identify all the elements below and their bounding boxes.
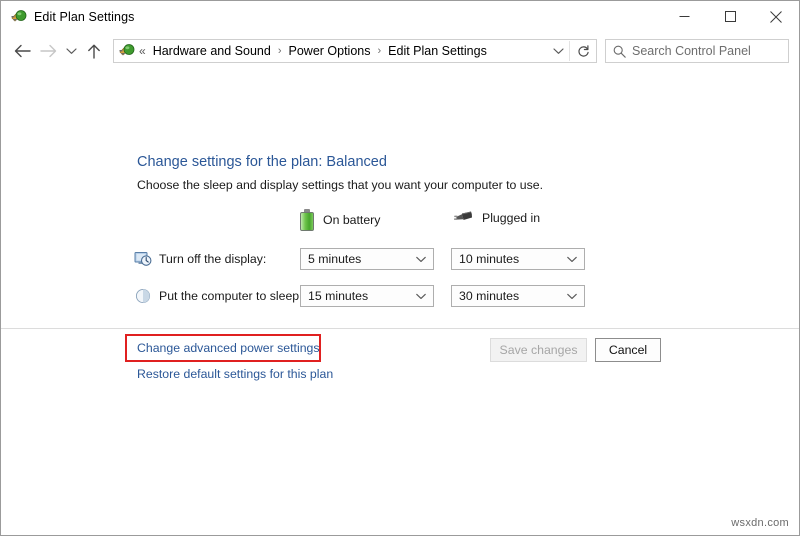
title-bar: Edit Plan Settings	[1, 1, 799, 32]
chevron-down-icon	[416, 293, 426, 300]
combo-value: 15 minutes	[308, 289, 368, 303]
content-area: Change settings for the plan: Balanced C…	[1, 70, 799, 535]
breadcrumb-overflow[interactable]: «	[139, 44, 146, 58]
minimize-icon[interactable]	[661, 1, 707, 32]
column-header-on-battery: On battery	[300, 209, 380, 231]
link-change-advanced-power-settings[interactable]: Change advanced power settings	[137, 341, 320, 355]
window-title: Edit Plan Settings	[34, 10, 134, 24]
recent-locations-chevron-down-icon[interactable]	[61, 38, 81, 64]
chevron-down-icon	[567, 293, 577, 300]
maximize-icon[interactable]	[707, 1, 753, 32]
section-divider	[1, 328, 799, 329]
sleep-moon-icon	[134, 287, 152, 305]
save-changes-button[interactable]: Save changes	[490, 338, 587, 362]
battery-icon	[300, 209, 314, 231]
combo-sleep-plugged-in[interactable]: 30 minutes	[451, 285, 585, 307]
breadcrumb-item-edit-plan-settings[interactable]: Edit Plan Settings	[386, 44, 489, 58]
column-header-plugged-in: Plugged in	[451, 209, 540, 227]
setting-row-turn-off-display: Turn off the display: 5 minutes 10 minut…	[134, 246, 799, 272]
combo-sleep-on-battery[interactable]: 15 minutes	[300, 285, 434, 307]
column-header-plugged-in-label: Plugged in	[482, 211, 540, 225]
up-arrow-icon[interactable]	[81, 38, 107, 64]
page-subtitle: Choose the sleep and display settings th…	[137, 178, 543, 192]
combo-turn-off-display-on-battery[interactable]: 5 minutes	[300, 248, 434, 270]
breadcrumb: « Hardware and Sound › Power Options › E…	[139, 44, 547, 58]
address-power-plug-icon	[119, 43, 135, 59]
column-header-on-battery-label: On battery	[323, 213, 380, 227]
navigation-bar: « Hardware and Sound › Power Options › E…	[1, 32, 799, 70]
forward-arrow-icon	[35, 38, 61, 64]
address-bar[interactable]: « Hardware and Sound › Power Options › E…	[113, 39, 597, 63]
breadcrumb-item-hardware-and-sound[interactable]: Hardware and Sound	[151, 44, 273, 58]
back-arrow-icon[interactable]	[9, 38, 35, 64]
breadcrumb-separator: ›	[278, 45, 282, 57]
search-input[interactable]	[632, 44, 788, 58]
power-plug-icon	[451, 209, 473, 227]
combo-turn-off-display-plugged-in[interactable]: 10 minutes	[451, 248, 585, 270]
close-icon[interactable]	[753, 1, 799, 32]
setting-label-put-computer-to-sleep: Put the computer to sleep:	[159, 289, 303, 303]
refresh-icon[interactable]	[570, 40, 596, 62]
search-box[interactable]	[605, 39, 789, 63]
link-restore-default-settings[interactable]: Restore default settings for this plan	[137, 367, 333, 381]
chevron-down-icon	[416, 256, 426, 263]
cancel-button[interactable]: Cancel	[595, 338, 661, 362]
watermark: wsxdn.com	[731, 517, 789, 529]
address-chevron-down-icon[interactable]	[547, 40, 569, 62]
breadcrumb-item-power-options[interactable]: Power Options	[287, 44, 373, 58]
page-title: Change settings for the plan: Balanced	[137, 154, 387, 170]
window-controls	[661, 1, 799, 32]
display-clock-icon	[134, 250, 152, 268]
combo-value: 10 minutes	[459, 252, 519, 266]
setting-label-turn-off-display: Turn off the display:	[159, 252, 266, 266]
combo-value: 5 minutes	[308, 252, 361, 266]
edit-plan-settings-window: Edit Plan Settings	[0, 0, 800, 536]
power-plug-icon	[11, 9, 27, 25]
setting-row-put-computer-to-sleep: Put the computer to sleep: 15 minutes 30…	[134, 283, 799, 309]
breadcrumb-separator: ›	[377, 45, 381, 57]
search-icon	[606, 45, 632, 58]
combo-value: 30 minutes	[459, 289, 519, 303]
chevron-down-icon	[567, 256, 577, 263]
